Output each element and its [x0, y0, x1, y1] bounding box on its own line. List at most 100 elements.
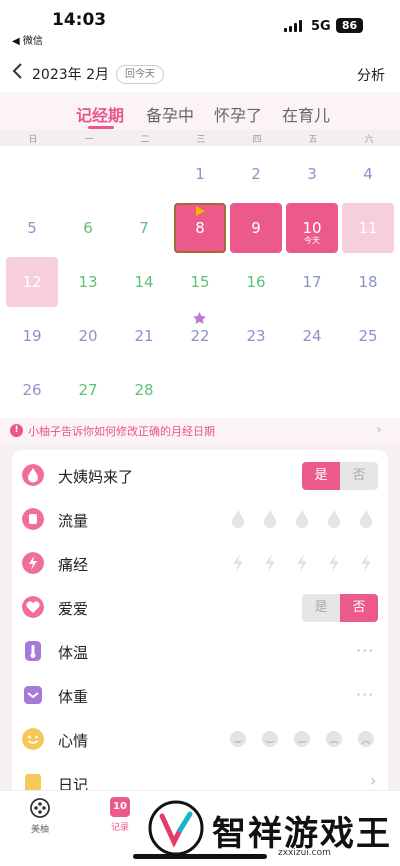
drop-icon[interactable] — [229, 509, 247, 529]
calendar-day[interactable]: 24 — [286, 311, 338, 361]
weekday-label: 五 — [308, 135, 318, 145]
love-yes-button[interactable]: 是 — [302, 594, 340, 622]
drop-icon[interactable] — [325, 509, 343, 529]
today-label: 今天 — [304, 236, 320, 245]
drop-icon[interactable] — [293, 509, 311, 529]
thermometer-icon — [25, 641, 41, 661]
neutral-face-icon[interactable] — [293, 729, 311, 749]
cramps-level-selector — [222, 553, 382, 575]
period-yes-button[interactable]: 是 — [302, 462, 340, 490]
calendar-day[interactable]: 17 — [286, 257, 338, 307]
bottom-nav-beauty[interactable]: 美柚 — [10, 797, 70, 835]
back-to-today-button[interactable]: 回今天 — [116, 65, 164, 84]
record-label: 爱爱 — [58, 600, 89, 618]
back-to-wechat-link[interactable]: ◀ 微信 — [12, 32, 43, 47]
calendar-day-number: 10 — [302, 219, 322, 237]
bottom-nav-record[interactable]: 10 记录 — [90, 797, 150, 833]
chevron-right-icon: › — [370, 771, 377, 790]
record-row-flow: 流量 — [12, 497, 388, 541]
lightning-icon[interactable] — [293, 553, 311, 573]
sad-face-icon[interactable] — [325, 729, 343, 749]
calendar-day[interactable]: 18 — [342, 257, 394, 307]
lightning-icon[interactable] — [325, 553, 343, 573]
calendar-day[interactable]: 16 — [230, 257, 282, 307]
calendar-day[interactable]: 27 — [62, 365, 114, 415]
calendar-day-today[interactable]: 10 今天 — [286, 203, 338, 253]
tab-trying[interactable]: 备孕中 — [146, 102, 194, 126]
calendar-day[interactable]: 5 — [6, 203, 58, 253]
flow-icon — [22, 508, 44, 530]
tip-text: 小柚子告诉你如何修改正确的月经日期 — [28, 425, 215, 438]
crying-face-icon[interactable] — [357, 729, 375, 749]
calendar-day[interactable]: 2 — [230, 149, 282, 199]
drop-icon[interactable] — [357, 509, 375, 529]
calendar-day[interactable]: 6 — [62, 203, 114, 253]
record-label: 体温 — [58, 644, 89, 662]
calendar-day[interactable]: 28 — [118, 365, 170, 415]
calendar-day[interactable]: 23 — [230, 311, 282, 361]
network-type: 5G — [311, 19, 331, 34]
bottom-nav-label: 记录 — [110, 823, 129, 833]
tip-banner[interactable]: ! 小柚子告诉你如何修改正确的月经日期 › — [0, 418, 400, 444]
record-row-weight[interactable]: 体重 ··· — [12, 673, 388, 717]
calendar-day-predicted[interactable]: 11 — [342, 203, 394, 253]
calendar-grid: 1 2 3 4 5 6 7 8 9 10 今天 11 12 13 14 15 1… — [0, 146, 400, 418]
drop-icon[interactable] — [261, 509, 279, 529]
record-row-love: 爱爱 是 否 — [12, 585, 388, 629]
status-bar: 14:03 ◀ 微信 5G 86 — [0, 0, 400, 50]
analysis-button[interactable]: 分析 — [357, 65, 385, 85]
status-time: 14:03 — [52, 10, 107, 30]
mood-selector — [222, 729, 382, 751]
calendar-icon: 10 — [110, 797, 130, 817]
weekday-label: 六 — [364, 135, 374, 145]
watermark-url: zxxizui.com — [278, 848, 331, 858]
record-label: 心情 — [58, 732, 89, 750]
lightning-icon[interactable] — [229, 553, 247, 573]
period-yes-no-toggle: 是 否 — [302, 462, 378, 490]
record-row-period: 大姨妈来了 是 否 — [12, 453, 388, 497]
more-icon: ··· — [356, 685, 375, 704]
weekday-label: 一 — [84, 135, 94, 145]
watermark-logo-icon — [148, 800, 204, 856]
calendar-day[interactable]: 21 — [118, 311, 170, 361]
watermark: 智祥游戏王 zxxizui.com — [148, 800, 398, 862]
weekday-label: 二 — [140, 135, 150, 145]
calendar-day[interactable]: 1 — [174, 149, 226, 199]
ovulation-flower-icon — [193, 312, 206, 324]
calendar-day[interactable]: 25 — [342, 311, 394, 361]
period-no-button[interactable]: 否 — [340, 462, 378, 490]
mode-tabs: 记经期 备孕中 怀孕了 在育儿 — [0, 92, 400, 130]
record-row-temperature[interactable]: 体温 ··· — [12, 629, 388, 673]
calendar-day[interactable]: 4 — [342, 149, 394, 199]
month-title[interactable]: 2023年 2月 — [32, 64, 109, 84]
laughing-face-icon[interactable] — [229, 729, 247, 749]
love-no-button[interactable]: 否 — [340, 594, 378, 622]
tab-parenting[interactable]: 在育儿 — [282, 102, 330, 126]
blood-drop-icon — [22, 464, 44, 486]
period-start-flag-icon — [196, 206, 205, 216]
calendar-day[interactable]: 7 — [118, 203, 170, 253]
heart-icon — [22, 596, 44, 618]
calendar-day-period[interactable]: 9 — [230, 203, 282, 253]
battery-icon: 86 — [336, 18, 363, 33]
back-arrow-icon[interactable] — [10, 62, 26, 80]
calendar-day[interactable]: 14 — [118, 257, 170, 307]
calendar-day-predicted[interactable]: 12 — [6, 257, 58, 307]
records-card: 大姨妈来了 是 否 流量 痛经 爱爱 是 否 体温 ··· 体重 ··· 心情 … — [12, 450, 388, 800]
calendar-day[interactable]: 19 — [6, 311, 58, 361]
lightning-icon[interactable] — [261, 553, 279, 573]
calendar-day[interactable]: 15 — [174, 257, 226, 307]
tab-period[interactable]: 记经期 — [76, 102, 124, 126]
calendar-day[interactable]: 13 — [62, 257, 114, 307]
tab-pregnant[interactable]: 怀孕了 — [214, 102, 262, 126]
smile-face-icon[interactable] — [261, 729, 279, 749]
calendar-day[interactable]: 20 — [62, 311, 114, 361]
calendar-day[interactable]: 26 — [6, 365, 58, 415]
smiley-icon — [22, 728, 44, 750]
calendar-day[interactable]: 3 — [286, 149, 338, 199]
lightning-icon[interactable] — [357, 553, 375, 573]
flow-level-selector — [222, 509, 382, 531]
bottom-nav-label: 美柚 — [30, 825, 49, 835]
header: 2023年 2月 回今天 分析 — [0, 50, 400, 92]
weekday-label: 三 — [196, 135, 206, 145]
